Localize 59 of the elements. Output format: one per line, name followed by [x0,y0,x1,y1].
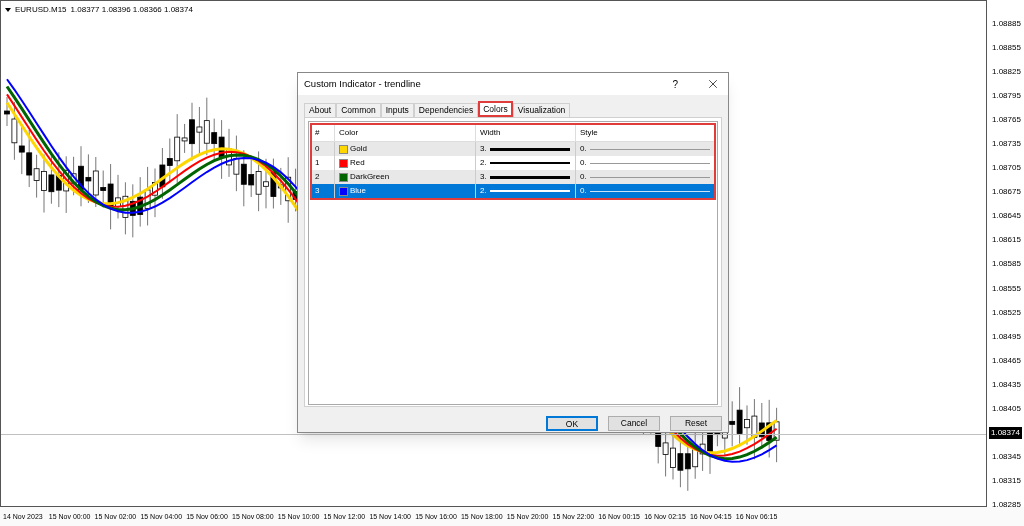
price-label: 1.08705 [991,162,1021,174]
price-label: 1.08645 [991,210,1021,222]
price-label: 1.08615 [991,234,1021,246]
symbol-label: EURUSD.M15 [15,4,67,16]
table-cell: 0. [580,185,587,197]
price-label: 1.08675 [991,186,1021,198]
table-cell: Blue [350,185,366,197]
table-row[interactable]: 3 Blue 2. 0. [312,184,714,198]
table-cell-text: 1 [314,157,321,169]
price-label: 1.08315 [991,475,1021,487]
table-cell: 3. [480,171,487,183]
price-label: 1.08555 [991,282,1021,294]
current-price-label: 1.08374 [989,427,1022,439]
tab[interactable]: Common [336,103,381,117]
column-header: Width [475,125,575,141]
price-label: 1.08285 [991,499,1021,511]
price-label: 1.08825 [991,65,1021,77]
table-cell-text: 2 [314,171,321,183]
tab[interactable]: Inputs [380,103,414,117]
dropdown-icon[interactable] [5,8,11,12]
table-row[interactable]: 0 Gold 3. 0. [312,142,714,156]
table-cell: 3. [480,143,487,155]
price-label: 1.08345 [991,451,1021,463]
price-label: 1.08885 [991,17,1021,29]
price-label: 1.08735 [991,138,1021,149]
column-header: Style [575,125,714,141]
price-label: 1.08465 [991,354,1021,366]
table-cell-text: 3 [314,185,321,197]
help-button[interactable]: ? [668,76,682,92]
price-label: 1.08495 [991,330,1021,342]
table-cell: Gold [350,143,367,155]
tab[interactable]: About [304,103,337,117]
price-label: 1.08585 [991,258,1021,270]
table-cell: 0. [580,171,587,183]
tab[interactable]: Colors [478,101,513,117]
price-label: 1.08855 [991,41,1021,53]
table-cell: Red [350,157,365,169]
close-icon[interactable] [706,77,720,91]
column-header: # [314,127,321,139]
table-cell: 2. [480,185,487,197]
tab[interactable]: Visualization [512,103,571,117]
dialog-button[interactable]: Cancel [608,416,660,431]
table-cell: 0. [580,143,587,155]
table-cell: DarkGreen [350,171,390,183]
price-label: 1.08795 [991,89,1021,101]
ohlc-values: 1.08377 1.08396 1.08366 1.08374 [70,4,193,16]
price-label: 1.08435 [991,378,1021,390]
price-label: 1.08765 [991,113,1021,125]
price-label: 1.08525 [991,306,1021,318]
table-row[interactable]: 2 DarkGreen 3. 0. [312,170,714,184]
table-cell: 0. [580,157,587,169]
tab[interactable]: Dependencies [413,103,479,117]
price-label: 1.08405 [991,403,1021,415]
dialog-button[interactable]: Reset [670,416,722,431]
table-cell-text: 0 [314,143,321,155]
window-title: Custom Indicator - trendline [304,76,421,91]
column-header: Color [334,125,475,141]
dialog-button[interactable]: OK [546,416,598,431]
table-cell: 2. [480,157,487,169]
